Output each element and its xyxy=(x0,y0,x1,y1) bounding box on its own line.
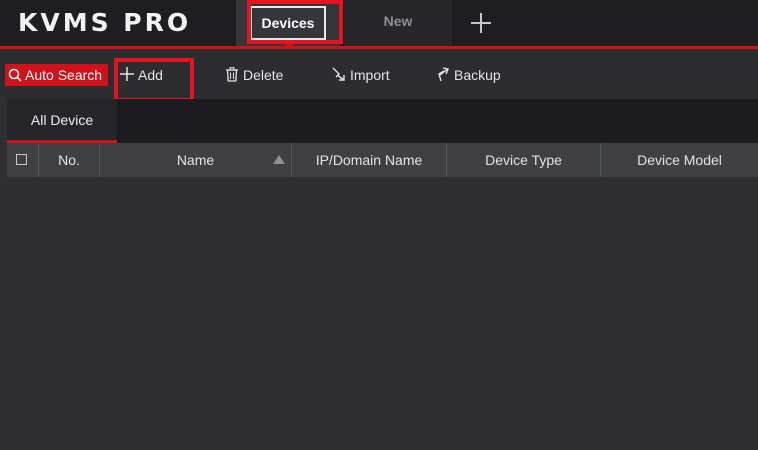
plus-icon xyxy=(471,13,491,33)
table-header: No. Name IP/Domain Name Device Type Devi… xyxy=(7,143,758,177)
select-all-checkbox[interactable] xyxy=(16,154,27,165)
auto-search-label: Auto Search xyxy=(25,67,103,83)
auto-search-button[interactable]: Auto Search xyxy=(5,64,108,86)
trash-icon xyxy=(226,67,238,82)
column-header-device-type[interactable]: Device Type xyxy=(447,143,601,177)
backup-button[interactable]: Backup xyxy=(435,49,501,99)
column-header-name[interactable]: Name xyxy=(100,143,292,177)
column-header-device-model[interactable]: Device Model xyxy=(601,143,758,177)
toolbar: Auto Search Add Delete Import Backup xyxy=(0,49,758,99)
app-logo: KVMS PRO xyxy=(18,8,192,37)
backup-label: Backup xyxy=(454,67,501,83)
column-header-no[interactable]: No. xyxy=(39,143,100,177)
import-label: Import xyxy=(350,67,390,83)
title-bar: KVMS PRO Devices New xyxy=(0,0,758,46)
backup-icon xyxy=(438,67,449,81)
import-icon xyxy=(332,67,345,81)
column-header-ip[interactable]: IP/Domain Name xyxy=(292,143,447,177)
tab-new[interactable]: New xyxy=(344,0,452,46)
search-icon xyxy=(8,68,22,82)
tab-all-device-label: All Device xyxy=(30,112,94,128)
add-label: Add xyxy=(138,67,163,83)
delete-label: Delete xyxy=(243,67,284,83)
delete-button[interactable]: Delete xyxy=(225,49,283,99)
device-group-tabs: All Device xyxy=(7,99,758,143)
tab-devices-label: Devices xyxy=(250,6,326,40)
select-all-cell xyxy=(7,143,39,177)
device-table-body xyxy=(7,177,758,450)
tab-devices[interactable]: Devices xyxy=(236,0,340,46)
sort-ascending-icon xyxy=(273,155,285,164)
plus-icon xyxy=(120,67,134,82)
import-button[interactable]: Import xyxy=(331,49,390,99)
add-button[interactable]: Add xyxy=(120,49,163,99)
column-header-name-label: Name xyxy=(176,152,215,168)
tab-all-device[interactable]: All Device xyxy=(7,99,117,143)
add-tab-button[interactable] xyxy=(466,8,496,38)
